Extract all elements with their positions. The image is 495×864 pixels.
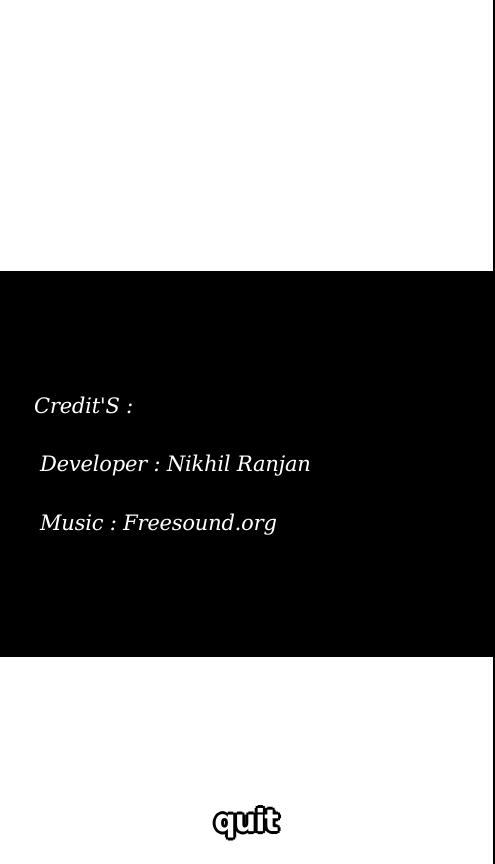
credits-panel: Credit'S : Developer : Nikhil Ranjan Mus… — [0, 271, 493, 657]
quit-button-label: quit — [214, 804, 278, 839]
developer-credit: Developer : Nikhil Ranjan — [40, 452, 311, 476]
credits-heading: Credit'S : — [34, 394, 134, 418]
quit-button[interactable]: quit — [204, 800, 288, 844]
credits-screen: Credit'S : Developer : Nikhil Ranjan Mus… — [0, 0, 495, 864]
music-credit: Music : Freesound.org — [40, 511, 277, 535]
